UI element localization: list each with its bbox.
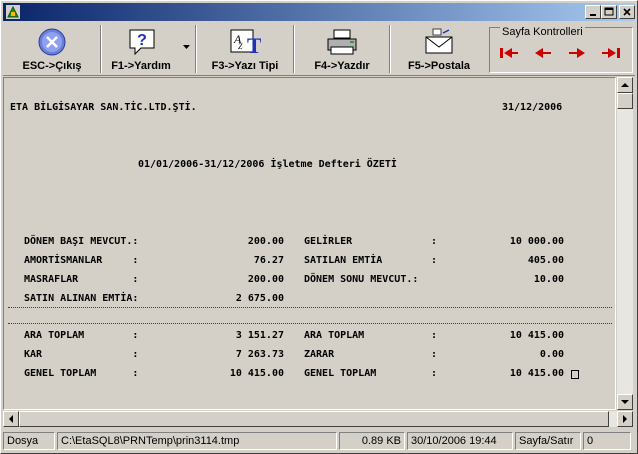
minimize-icon: [590, 14, 596, 16]
first-page-icon[interactable]: [496, 44, 522, 62]
svg-text:Z: Z: [238, 42, 243, 51]
row-label: ARA TOPLAM: [304, 330, 365, 341]
scroll-down-button[interactable]: [617, 394, 633, 410]
scroll-left-button[interactable]: [3, 411, 19, 427]
row-colon: :: [431, 368, 438, 379]
status-bar: Dosya C:\EtaSQL8\PRNTemp\prin3114.tmp 0.…: [3, 431, 635, 451]
arrow-up-icon: [621, 83, 629, 87]
close-icon: [623, 8, 631, 16]
help-label: F1->Yardım: [111, 60, 171, 72]
row-label: DÖNEM SONU MEVCUT.:: [304, 274, 419, 285]
scroll-up-button[interactable]: [617, 77, 633, 93]
arrow-right-icon: [623, 415, 627, 423]
row-label: AMORTİSMANLAR :: [24, 255, 139, 266]
horizontal-scrollbar[interactable]: [3, 411, 633, 427]
toolbar-separator: [293, 25, 295, 73]
status-path: C:\EtaSQL8\PRNTemp\prin3114.tmp: [57, 432, 337, 450]
section-divider: [8, 323, 612, 324]
row-value: 7 263.73: [235, 349, 284, 360]
minimize-button[interactable]: [585, 5, 601, 19]
scroll-right-button[interactable]: [617, 411, 633, 427]
status-mode: Sayfa/Satır: [515, 432, 581, 450]
company-name: ETA BİLGİSAYAR SAN.TİC.LTD.ŞTİ.: [10, 102, 197, 113]
close-button[interactable]: [619, 5, 635, 19]
row-value: 10 000.00: [509, 236, 564, 247]
row-value: 200.00: [247, 236, 284, 247]
status-size: 0.89 KB: [339, 432, 405, 450]
row-label: KAR :: [24, 349, 139, 360]
report-window: ESC->Çıkış ? F1->Yardım A Z T F3->Yazı T…: [0, 0, 638, 454]
toolbar: ESC->Çıkış ? F1->Yardım A Z T F3->Yazı T…: [3, 23, 635, 76]
row-label: SATIN ALINAN EMTİA:: [24, 293, 139, 304]
status-datetime: 30/10/2006 19:44: [407, 432, 513, 450]
toolbar-separator: [389, 25, 391, 73]
status-menu[interactable]: Dosya: [3, 432, 55, 450]
status-position: 0: [583, 432, 631, 450]
section-divider: [8, 307, 612, 308]
print-button[interactable]: F4->Yazdır: [296, 23, 388, 75]
row-label: GENEL TOPLAM :: [24, 368, 139, 379]
row-label: GELİRLER: [304, 236, 353, 247]
row-value: 10.00: [533, 274, 564, 285]
row-colon: :: [431, 349, 438, 360]
arrow-down-icon: [621, 400, 629, 404]
vertical-scrollbar[interactable]: [617, 77, 633, 410]
row-colon: :: [431, 255, 438, 266]
print-label: F4->Yazdır: [314, 60, 370, 72]
row-value: 2 675.00: [235, 293, 284, 304]
exit-icon: [38, 28, 66, 56]
row-label: GENEL TOPLAM: [304, 368, 377, 379]
font-button[interactable]: A Z T F3->Yazı Tipi: [198, 23, 292, 75]
row-value: 0.00: [539, 349, 564, 360]
svg-text:?: ?: [137, 32, 147, 49]
app-icon: [6, 5, 20, 19]
row-value: 76.27: [253, 255, 284, 266]
row-value: 10 415.00: [509, 330, 564, 341]
report-date: 31/12/2006: [502, 102, 563, 113]
help-button[interactable]: ? F1->Yardım: [103, 23, 193, 75]
maximize-button[interactable]: [601, 5, 617, 19]
row-colon: :: [431, 330, 438, 341]
row-colon: :: [431, 236, 438, 247]
report-heading: 01/01/2006-31/12/2006 İşletme Defteri ÖZ…: [138, 159, 397, 170]
prev-page-icon[interactable]: [530, 44, 556, 62]
report-view[interactable]: ETA BİLGİSAYAR SAN.TİC.LTD.ŞTİ. 31/12/20…: [3, 77, 616, 410]
mail-icon: [425, 28, 453, 54]
next-page-icon[interactable]: [564, 44, 590, 62]
maximize-icon: [604, 7, 614, 16]
row-value: 10 415.00: [229, 368, 284, 379]
row-value: 405.00: [527, 255, 564, 266]
horizontal-scroll-thumb[interactable]: [19, 411, 609, 427]
font-icon: A Z T: [230, 29, 261, 57]
last-page-icon[interactable]: [598, 44, 624, 62]
arrow-left-icon: [9, 415, 13, 423]
vertical-scroll-thumb[interactable]: [617, 93, 633, 109]
page-controls-title: Sayfa Kontrolleri: [500, 26, 585, 38]
row-value: 200.00: [247, 274, 284, 285]
printer-icon: [327, 29, 357, 55]
title-bar[interactable]: [3, 3, 635, 21]
row-value: 3 151.27: [235, 330, 284, 341]
chevron-down-icon[interactable]: [183, 45, 191, 51]
row-label: SATILAN EMTİA: [304, 255, 383, 266]
mail-label: F5->Postala: [407, 60, 471, 72]
row-label: ZARAR: [304, 349, 335, 360]
toolbar-separator: [195, 25, 197, 73]
row-value: 10 415.00: [509, 368, 564, 379]
row-label: MASRAFLAR :: [24, 274, 139, 285]
toolbar-separator: [100, 25, 102, 73]
row-label: DÖNEM BAŞI MEVCUT.:: [24, 236, 139, 247]
mail-button[interactable]: F5->Postala: [392, 23, 486, 75]
text-cursor: [571, 370, 579, 379]
help-icon: ?: [129, 29, 155, 56]
exit-button[interactable]: ESC->Çıkış: [5, 23, 99, 75]
page-controls-group: Sayfa Kontrolleri: [489, 26, 633, 73]
exit-label: ESC->Çıkış: [22, 60, 82, 72]
svg-text:T: T: [247, 33, 261, 57]
row-label: ARA TOPLAM :: [24, 330, 139, 341]
font-label: F3->Yazı Tipi: [211, 60, 279, 72]
